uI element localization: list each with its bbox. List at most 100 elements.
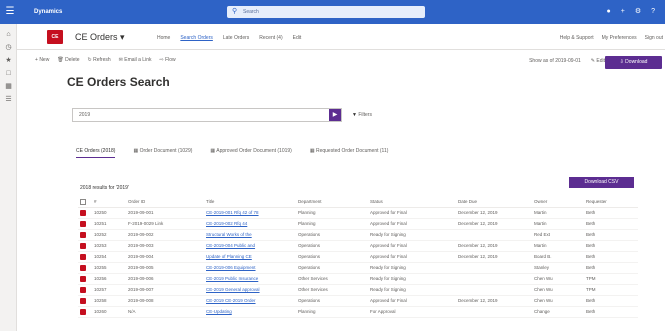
tab-ce-orders[interactable]: CE Orders (2018) (76, 147, 116, 158)
cell-order-id: 2019-09-005 (126, 262, 204, 274)
nav-late-orders[interactable]: Late Orders (223, 34, 249, 42)
orders-icon[interactable]: □ (0, 67, 17, 80)
download-button[interactable]: ⇩ Download (605, 56, 662, 69)
select-all-checkbox[interactable] (78, 197, 92, 208)
cell-owner: Chen Wu (532, 284, 584, 296)
col-header-title[interactable]: Title (204, 197, 296, 208)
filters-button[interactable]: ▼ Filters (352, 111, 372, 119)
table-row[interactable]: 10260 N/A CE-Updating Planning For Approval C… (78, 306, 638, 318)
row-checkbox[interactable] (80, 220, 86, 227)
cell-select[interactable] (78, 273, 92, 285)
nav-recent[interactable]: Recent (4) (259, 34, 282, 42)
pinned-icon[interactable]: ★ (0, 54, 17, 67)
search-button[interactable]: ▶ (329, 109, 341, 121)
recent-icon[interactable]: ◷ (0, 41, 17, 54)
table-row[interactable]: 10252 2019-09-002 Structural Works of the O… (78, 229, 638, 241)
col-header-date-due[interactable]: Date Due (456, 197, 532, 208)
preferences-link[interactable]: My Preferences (602, 34, 637, 42)
cell-date-due (456, 306, 532, 318)
cell-number: 10258 (92, 295, 126, 307)
row-checkbox[interactable] (80, 297, 86, 304)
cell-status: Ready for Signing (368, 284, 456, 296)
col-header-status[interactable]: Status (368, 197, 456, 208)
table-row[interactable]: 10253 2019-09-003 CE-2019-004 Public and Op… (78, 240, 638, 252)
nav-edit[interactable]: Edit (293, 34, 302, 42)
table-row[interactable]: 10251 F-2019-0029 Link CE-2019-002 Rfq 44 P… (78, 218, 638, 230)
cmd-delete[interactable]: 🗑 Delete (57, 56, 79, 64)
cmd-email-link[interactable]: ✉ Email a Link (119, 56, 152, 64)
cmd-edit[interactable]: ✎ Edit (591, 57, 605, 65)
tab-requested-order-document[interactable]: ▦ Requested Order Document (11) (310, 147, 389, 158)
cell-select[interactable] (78, 262, 92, 274)
nav-home[interactable]: Home (157, 34, 170, 42)
row-checkbox[interactable] (80, 209, 86, 216)
page-title: CE Orders Search (67, 75, 170, 89)
cell-title[interactable]: CE-2019 CE-2019 Order (204, 295, 296, 307)
show-as-of[interactable]: Show as of 2019-09-01 (529, 57, 581, 65)
app-logo: CE (47, 30, 63, 44)
cell-number: 10257 (92, 284, 126, 296)
lightbulb-icon[interactable]: ● (606, 6, 610, 18)
cmd-refresh[interactable]: ↻ Refresh (88, 56, 111, 64)
cell-requester: Beth (584, 207, 638, 219)
table-row[interactable]: 10256 2019-09-006 CE-2019 Public Insurance… (78, 273, 638, 285)
cell-status: Approved for Final (368, 218, 456, 230)
cell-select[interactable] (78, 284, 92, 296)
table-row[interactable]: 10255 2019-09-005 CE-2019-006 Equipment Ope… (78, 262, 638, 274)
nav-search-orders[interactable]: Search Orders (180, 34, 213, 42)
table-row[interactable]: 10250 2019-09-001 CE-2019-001 Rfq 42 of 78… (78, 207, 638, 219)
download-csv-button[interactable]: Download CSV (569, 177, 634, 188)
plus-icon[interactable]: + (621, 6, 625, 18)
help-icon[interactable]: ? (651, 6, 655, 18)
cell-title[interactable]: Structural Works of the (204, 229, 296, 241)
col-header-order-id[interactable]: Order ID (126, 197, 204, 208)
row-checkbox[interactable] (80, 242, 86, 249)
cell-select[interactable] (78, 251, 92, 263)
cell-title[interactable]: CE-2019 General approval (204, 284, 296, 296)
cell-select[interactable] (78, 207, 92, 219)
search-value: 2019 (79, 112, 91, 118)
suite-app-name[interactable]: Dynamics (34, 6, 62, 18)
cell-title[interactable]: CE-2019 Public Insurance (204, 273, 296, 285)
cell-title[interactable]: CE-2019-002 Rfq 44 (204, 218, 296, 230)
home-icon[interactable]: ⌂ (0, 28, 17, 41)
waffle-icon[interactable]: ☰ (4, 6, 16, 18)
cell-title[interactable]: CE-2019-004 Public and (204, 240, 296, 252)
app-title[interactable]: CE Orders ▾ (75, 32, 125, 43)
table-row[interactable]: 10258 2019-09-008 CE-2019 CE-2019 Order Ope… (78, 295, 638, 307)
row-checkbox[interactable] (80, 253, 86, 260)
col-header-number[interactable]: # (92, 197, 126, 208)
cmd-new[interactable]: + New (35, 56, 49, 64)
cell-select[interactable] (78, 218, 92, 230)
settings-rail-icon[interactable]: ☰ (0, 93, 17, 106)
col-header-department[interactable]: Department (296, 197, 368, 208)
search-input[interactable]: 2019 (72, 108, 342, 122)
cell-select[interactable] (78, 306, 92, 318)
tab-order-document[interactable]: ▦ Order Document (1029) (133, 147, 192, 158)
sign-out-link[interactable]: Sign out (645, 34, 663, 42)
row-checkbox[interactable] (80, 286, 86, 293)
cmd-flow[interactable]: ⇨ Flow (159, 56, 175, 64)
row-checkbox[interactable] (80, 275, 86, 282)
cell-title[interactable]: Update of Planning CE (204, 251, 296, 263)
cell-department: Operations (296, 251, 368, 263)
global-search-box[interactable]: ⚲ Search (227, 6, 425, 18)
cell-select[interactable] (78, 229, 92, 241)
cell-owner: Stanley (532, 262, 584, 274)
row-checkbox[interactable] (80, 308, 86, 315)
cell-title[interactable]: CE-2019-006 Equipment (204, 262, 296, 274)
table-row[interactable]: 10257 2019-09-007 CE-2019 General approval… (78, 284, 638, 296)
table-row[interactable]: 10254 2019-09-004 Update of Planning CE Ope… (78, 251, 638, 263)
settings-icon[interactable]: ⚙ (635, 6, 641, 18)
reports-icon[interactable]: ▦ (0, 80, 17, 93)
help-support-link[interactable]: Help & Support (560, 34, 594, 42)
col-header-owner[interactable]: Owner (532, 197, 584, 208)
cell-select[interactable] (78, 240, 92, 252)
col-header-requester[interactable]: Requester (584, 197, 638, 208)
cell-title[interactable]: CE-2019-001 Rfq 42 of 78 (204, 207, 296, 219)
cell-select[interactable] (78, 295, 92, 307)
row-checkbox[interactable] (80, 231, 86, 238)
cell-title[interactable]: CE-Updating (204, 306, 296, 318)
row-checkbox[interactable] (80, 264, 86, 271)
tab-approved-order-document[interactable]: ▦ Approved Order Document (1019) (210, 147, 291, 158)
